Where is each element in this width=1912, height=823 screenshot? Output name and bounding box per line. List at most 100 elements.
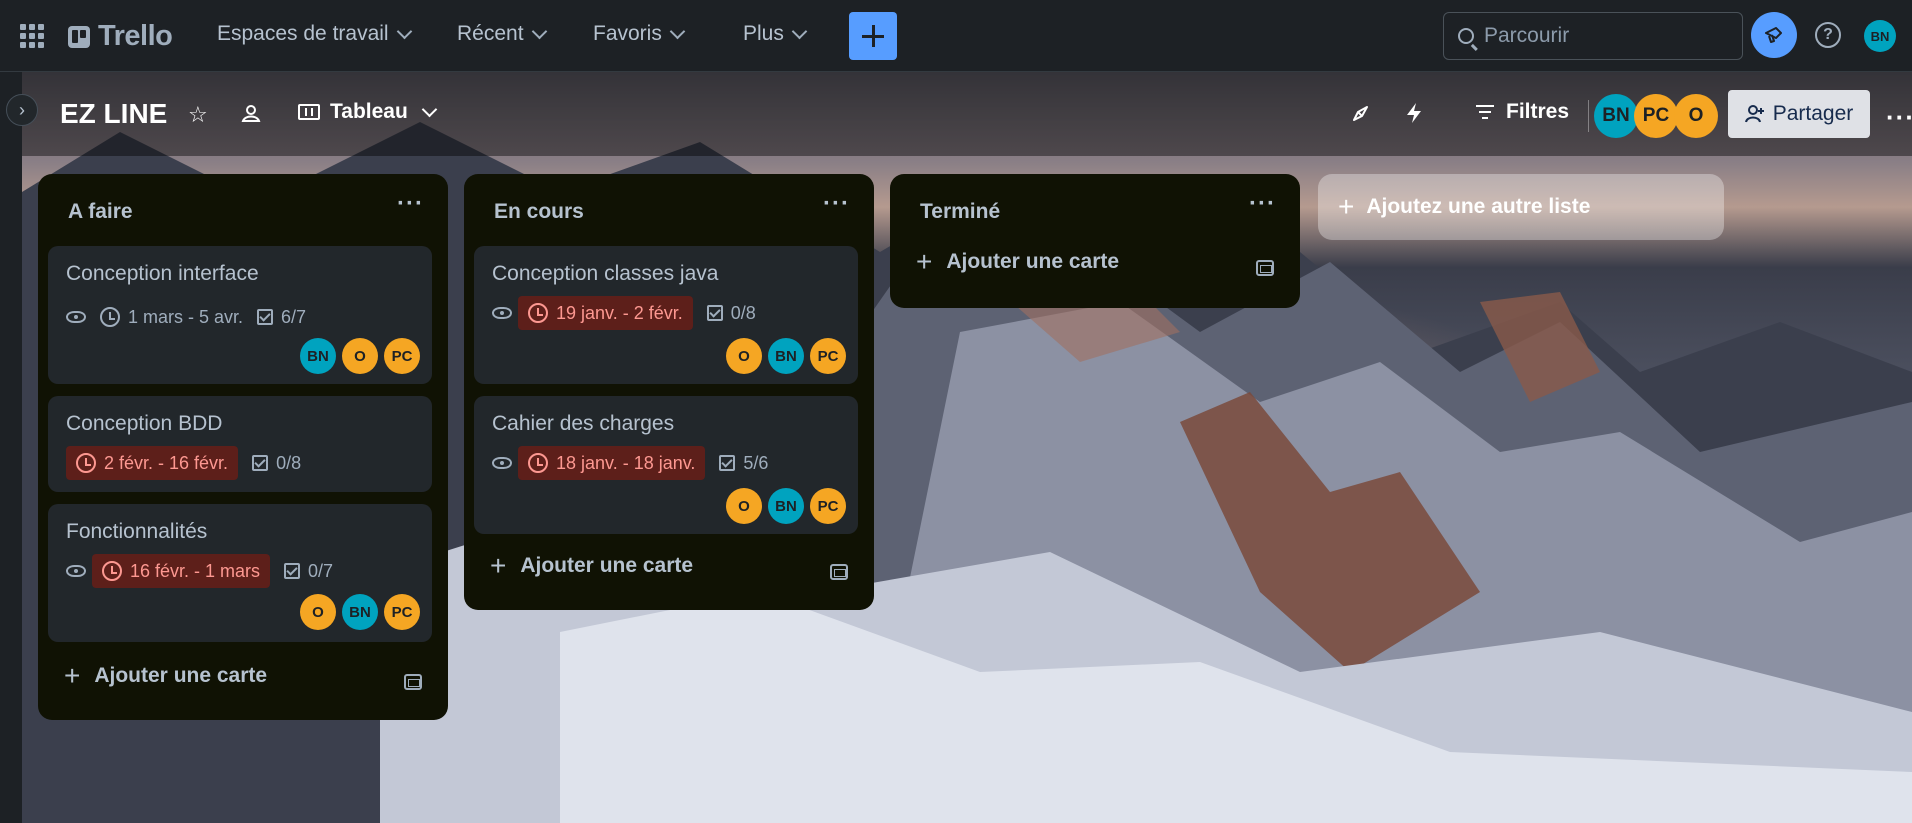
board-menu-icon[interactable]: ··· <box>1886 102 1912 133</box>
member-avatar[interactable]: O <box>1674 94 1718 138</box>
search-input[interactable] <box>1484 24 1724 48</box>
list-menu-icon[interactable]: ··· <box>397 190 424 218</box>
expand-sidebar-button[interactable]: › <box>6 94 38 126</box>
card-title: Conception BDD <box>66 412 223 435</box>
help-button[interactable]: ? <box>1815 22 1841 48</box>
add-card-button[interactable]: + Ajouter une carte <box>916 246 1119 278</box>
list-menu-icon[interactable]: ··· <box>823 190 850 218</box>
search-icon <box>1458 28 1474 44</box>
nav-recent[interactable]: Récent <box>457 22 547 46</box>
card-template-icon[interactable] <box>830 564 848 580</box>
member-avatar[interactable]: PC <box>810 338 846 374</box>
list-en-cours: En cours ··· Conception classes java 19 … <box>464 174 874 610</box>
chevron-down-icon <box>791 23 808 39</box>
power-ups-icon[interactable] <box>1350 102 1372 130</box>
board-view-icon <box>298 104 320 120</box>
due-date-badge[interactable]: 16 févr. - 1 mars <box>92 554 271 588</box>
checklist-badge: 6/7 <box>257 307 306 328</box>
card[interactable]: Conception BDD 2 févr. - 16 févr. 0/8 <box>48 396 432 492</box>
card-badges: 2 févr. - 16 févr. 0/8 <box>66 446 301 480</box>
star-icon[interactable]: ☆ <box>188 102 208 128</box>
help-icon: ? <box>1823 26 1833 43</box>
clock-icon <box>76 453 96 473</box>
member-avatar[interactable]: BN <box>300 338 336 374</box>
member-avatar[interactable]: O <box>726 338 762 374</box>
automation-icon[interactable] <box>1404 102 1424 130</box>
member-avatar[interactable]: BN <box>342 594 378 630</box>
watch-icon <box>492 457 512 469</box>
chevron-down-icon <box>669 23 686 39</box>
member-avatar[interactable]: PC <box>384 594 420 630</box>
add-list-button[interactable]: + Ajoutez une autre liste <box>1318 174 1724 240</box>
member-avatar[interactable]: BN <box>1594 94 1638 138</box>
nav-workspaces[interactable]: Espaces de travail <box>217 22 412 46</box>
card[interactable]: Conception classes java 19 janv. - 2 fév… <box>474 246 858 384</box>
card-badges: 16 févr. - 1 mars 0/7 <box>66 554 333 588</box>
card-members: O BN PC <box>300 594 420 630</box>
due-date-text: 1 mars - 5 avr. <box>128 306 244 327</box>
nav-favorites[interactable]: Favoris <box>593 22 686 46</box>
checklist-count: 0/8 <box>276 452 302 473</box>
member-avatar[interactable]: BN <box>768 338 804 374</box>
nav-more[interactable]: Plus <box>743 22 808 46</box>
member-avatar[interactable]: O <box>726 488 762 524</box>
due-date-badge[interactable]: 19 janv. - 2 févr. <box>518 296 693 330</box>
board-canvas: › EZ LINE ☆ Tableau Filtres BN PC O Part… <box>0 72 1912 823</box>
plus-icon: + <box>490 550 507 581</box>
member-avatar[interactable]: PC <box>1634 94 1678 138</box>
nav-favorites-label: Favoris <box>593 22 662 45</box>
due-date-text: 16 févr. - 1 mars <box>130 560 261 581</box>
checklist-count: 0/7 <box>308 560 334 581</box>
due-date-badge[interactable]: 1 mars - 5 avr. <box>100 307 243 328</box>
due-date-badge[interactable]: 18 janv. - 18 janv. <box>518 446 706 480</box>
nav-more-label: Plus <box>743 22 784 45</box>
plus-icon: + <box>1338 191 1355 222</box>
view-switcher[interactable]: Tableau <box>298 100 438 124</box>
add-card-button[interactable]: + Ajouter une carte <box>64 660 267 692</box>
list-menu-icon[interactable]: ··· <box>1249 190 1276 218</box>
trello-logo-icon <box>68 25 90 48</box>
card-template-icon[interactable] <box>404 674 422 690</box>
list-termine: Terminé ··· + Ajouter une carte <box>890 174 1300 308</box>
share-button[interactable]: Partager <box>1728 90 1870 138</box>
trello-logo[interactable]: Trello <box>68 20 173 53</box>
member-avatar[interactable]: BN <box>768 488 804 524</box>
create-button[interactable] <box>849 12 897 60</box>
card-members: O BN PC <box>726 488 846 524</box>
board-members[interactable]: BN PC O <box>1594 94 1718 138</box>
filters-label: Filtres <box>1506 100 1570 123</box>
member-avatar[interactable]: O <box>300 594 336 630</box>
member-avatar[interactable]: PC <box>810 488 846 524</box>
board-title[interactable]: EZ LINE <box>60 98 167 130</box>
card[interactable]: Conception interface 1 mars - 5 avr. 6/7… <box>48 246 432 384</box>
due-date-badge[interactable]: 2 févr. - 16 févr. <box>66 446 239 480</box>
checklist-count: 6/7 <box>281 306 307 327</box>
card[interactable]: Fonctionnalités 16 févr. - 1 mars 0/7 O … <box>48 504 432 642</box>
visibility-icon[interactable] <box>240 102 262 130</box>
list-title[interactable]: A faire <box>68 200 133 224</box>
filters-button[interactable]: Filtres <box>1476 100 1569 124</box>
card-title: Conception interface <box>66 262 259 285</box>
user-avatar[interactable]: BN <box>1864 20 1896 52</box>
app-switcher-icon[interactable] <box>20 24 44 48</box>
notifications-button[interactable] <box>1751 12 1797 58</box>
chevron-right-icon: › <box>19 99 25 120</box>
card[interactable]: Cahier des charges 18 janv. - 18 janv. 5… <box>474 396 858 534</box>
card-badges: 1 mars - 5 avr. 6/7 <box>66 300 306 334</box>
member-avatar[interactable]: O <box>342 338 378 374</box>
clock-icon <box>528 303 548 323</box>
list-title[interactable]: En cours <box>494 200 584 224</box>
add-card-button[interactable]: + Ajouter une carte <box>490 550 693 582</box>
card-template-icon[interactable] <box>1256 260 1274 276</box>
card-badges: 19 janv. - 2 févr. 0/8 <box>492 296 756 330</box>
member-avatar[interactable]: PC <box>384 338 420 374</box>
checklist-icon <box>719 455 736 471</box>
add-card-label: Ajouter une carte <box>946 250 1120 273</box>
list-title[interactable]: Terminé <box>920 200 1000 224</box>
search-box[interactable] <box>1443 12 1743 60</box>
megaphone-icon <box>1765 27 1782 43</box>
top-navigation: Trello Espaces de travail Récent Favoris… <box>0 0 1912 72</box>
checklist-icon <box>252 455 269 471</box>
due-date-text: 19 janv. - 2 févr. <box>556 302 683 323</box>
due-date-text: 18 janv. - 18 janv. <box>556 452 696 473</box>
